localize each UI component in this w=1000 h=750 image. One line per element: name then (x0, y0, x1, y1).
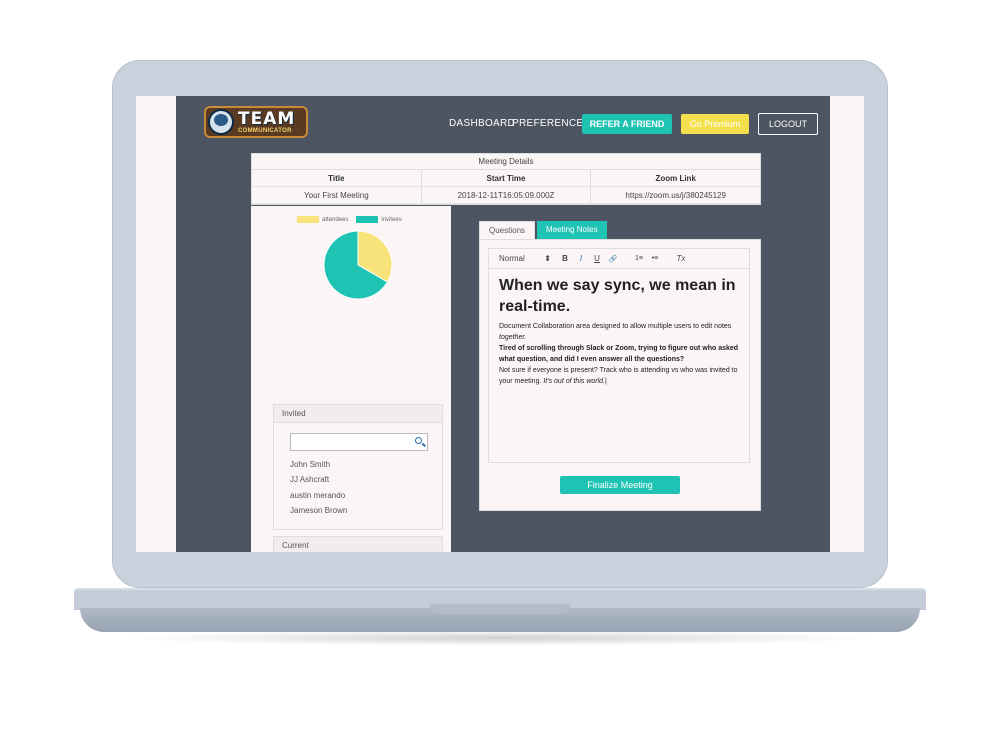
meeting-title-cell: Your First Meeting (252, 187, 422, 203)
astronaut-icon (208, 109, 234, 135)
chart-legend: attendees invitees (297, 216, 410, 223)
brand-logo[interactable]: TEAM COMMUNICATOR (204, 106, 308, 138)
editor-toolbar: Normal ⬍ B I U 🔗 1≡ •≡ Tx (488, 248, 750, 268)
meeting-start-time-cell: 2018-12-11T16:05:09.000Z (422, 187, 592, 203)
meeting-notes-card: Normal ⬍ B I U 🔗 1≡ •≡ Tx When we say sy… (479, 239, 761, 511)
notes-tabs: Questions Meeting Notes (479, 221, 609, 239)
clear-format-icon[interactable]: Tx (673, 254, 689, 263)
laptop-mockup: TEAM COMMUNICATOR DASHBOARD PREFERENCES … (0, 0, 1000, 750)
tab-questions[interactable]: Questions (479, 221, 536, 239)
legend-swatch-invitees (356, 216, 379, 223)
legend-item-attendees[interactable]: attendees (297, 216, 348, 223)
bullet-list-icon[interactable]: •≡ (647, 255, 663, 262)
tab-meeting-notes[interactable]: Meeting Notes (537, 221, 607, 239)
notes-heading: When we say sync, we mean in real-time. (499, 277, 736, 315)
logout-button[interactable]: LOGOUT (758, 113, 818, 135)
finalize-meeting-button[interactable]: Finalize Meeting (560, 476, 680, 494)
list-item: Jameson Brown (290, 506, 348, 515)
list-item: JJ Ashcraft (290, 475, 330, 484)
dropdown-arrows-icon: ⬍ (544, 254, 551, 263)
table-header-row: Title Start Time Zoom Link (252, 170, 760, 187)
ordered-list-icon[interactable]: 1≡ (631, 255, 647, 262)
navbar: TEAM COMMUNICATOR DASHBOARD PREFERENCES … (176, 96, 830, 150)
meeting-details-table: Meeting Details Title Start Time Zoom Li… (251, 153, 761, 205)
table-row: Your First Meeting 2018-12-11T16:05:09.0… (252, 187, 760, 204)
laptop-shadow (120, 630, 880, 646)
nav-preferences-link[interactable]: PREFERENCES (512, 118, 590, 129)
invited-heading: Invited (274, 405, 442, 423)
text-format-select[interactable]: Normal ⬍ (499, 254, 557, 263)
app-window: TEAM COMMUNICATOR DASHBOARD PREFERENCES … (176, 96, 830, 552)
brand-name: TEAM (238, 108, 296, 129)
attendance-panel: attendees invitees Invited John Smith JJ… (251, 206, 451, 552)
meeting-zoom-link[interactable]: https://zoom.us/j/380245129 (591, 187, 760, 203)
go-premium-button[interactable]: Go Premium (681, 114, 749, 134)
text-cursor: | (605, 378, 607, 385)
refer-friend-button[interactable]: REFER A FRIEND (582, 114, 672, 134)
meeting-details-heading: Meeting Details (252, 154, 760, 170)
search-icon[interactable] (415, 437, 422, 444)
link-icon[interactable]: 🔗 (605, 255, 621, 263)
invited-box: Invited John Smith JJ Ashcraft austin me… (273, 404, 443, 530)
notes-paragraph-bold: Tired of scrolling through Slack or Zoom… (499, 345, 739, 363)
nav-dashboard-link[interactable]: DASHBOARD (449, 118, 515, 129)
underline-button[interactable]: U (589, 254, 605, 263)
laptop-screen: TEAM COMMUNICATOR DASHBOARD PREFERENCES … (136, 96, 864, 552)
notes-paragraph: Not sure if everyone is present? Track w… (499, 367, 738, 385)
legend-swatch-attendees (297, 216, 319, 223)
brand-tagline: COMMUNICATOR (238, 127, 292, 134)
italic-button[interactable]: I (573, 254, 589, 263)
notes-editor[interactable]: When we say sync, we mean in real-time. … (488, 268, 750, 463)
notes-paragraph: Document Collaboration area designed to … (499, 323, 732, 341)
column-header-title: Title (252, 170, 422, 186)
legend-item-invitees[interactable]: invitees (356, 216, 402, 223)
list-item: John Smith (290, 460, 331, 469)
list-item: austin merando (290, 491, 346, 500)
bold-button[interactable]: B (557, 254, 573, 263)
laptop-notch (430, 604, 570, 614)
attendance-pie-chart (323, 230, 393, 300)
column-header-zoom-link: Zoom Link (655, 174, 696, 183)
current-heading: Current (274, 537, 442, 552)
column-header-start-time: Start Time (422, 170, 592, 186)
invited-search-input[interactable] (290, 433, 428, 451)
current-box: Current j j j j (273, 536, 443, 552)
